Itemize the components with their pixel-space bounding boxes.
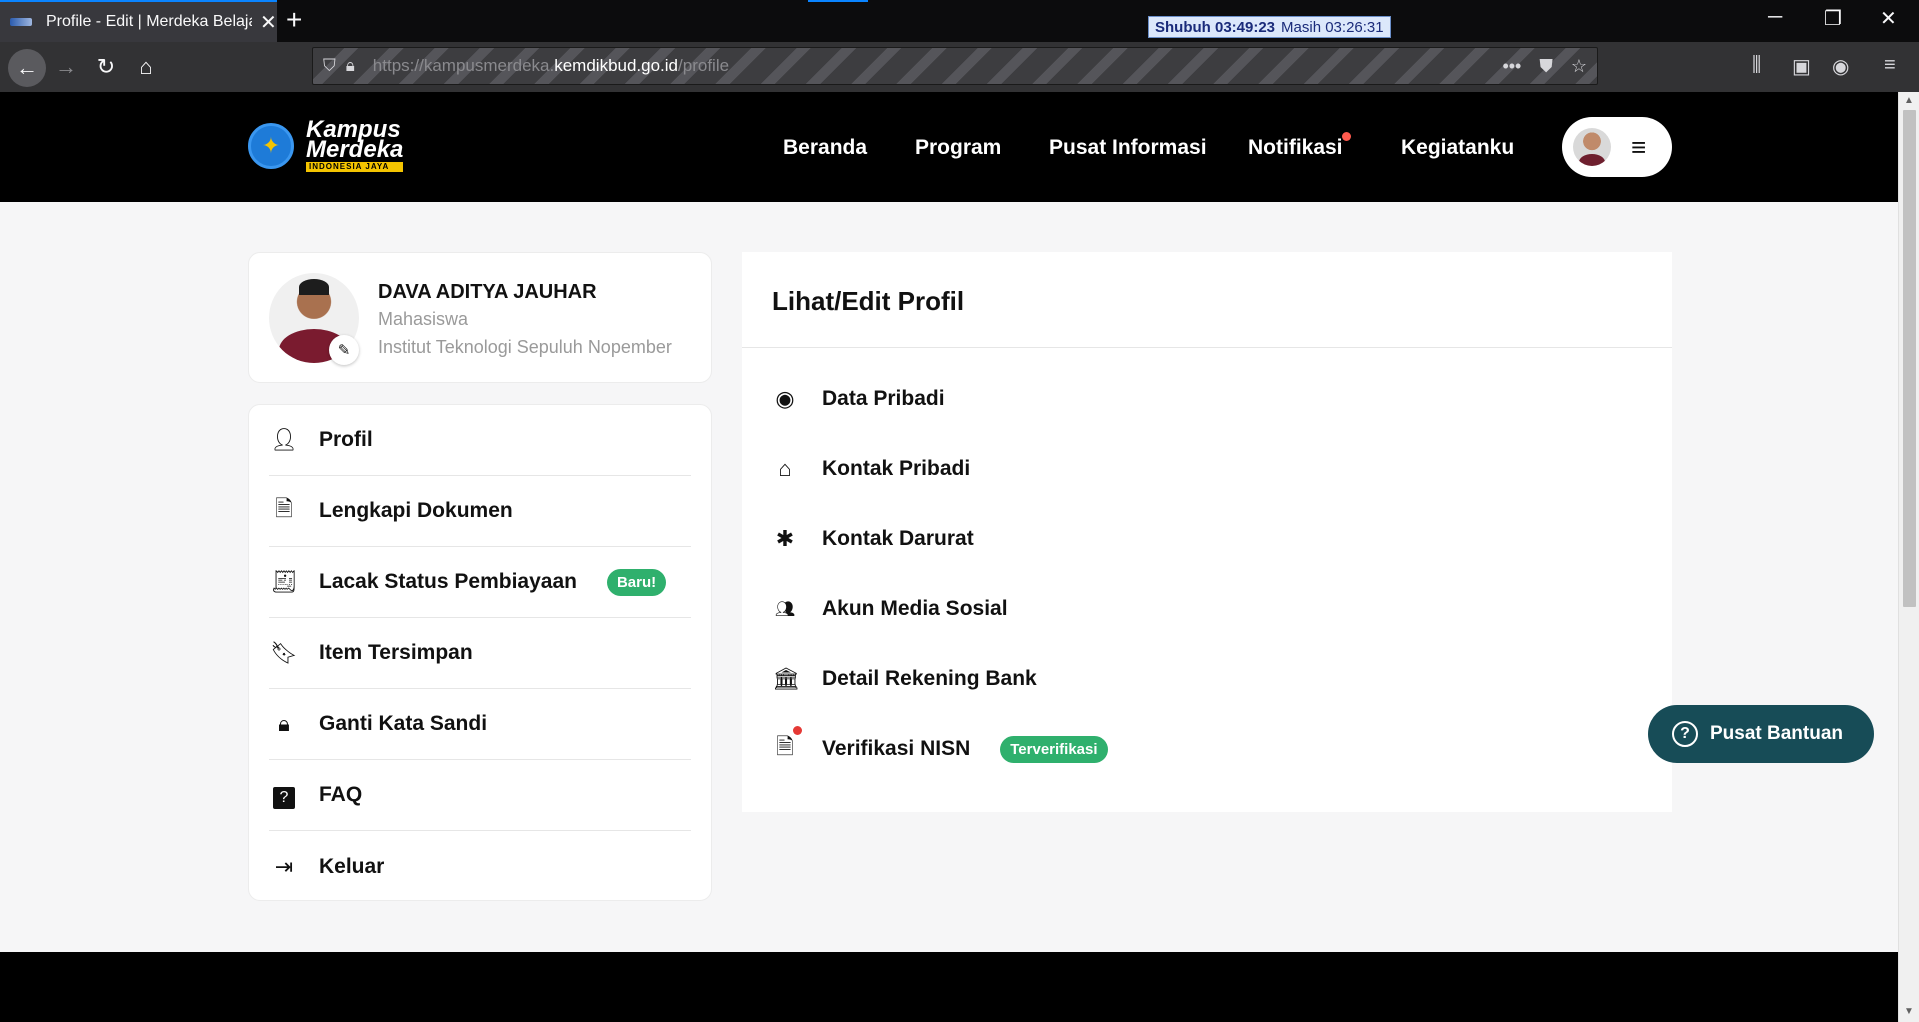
nav-beranda[interactable]: Beranda bbox=[783, 136, 867, 160]
prayer-remaining: Masih 03:26:31 bbox=[1281, 18, 1384, 36]
page-scrollbar[interactable]: ▲ ▼ bbox=[1898, 92, 1919, 1022]
hamburger-icon: ≡ bbox=[1631, 131, 1647, 162]
nav-pusat-informasi[interactable]: Pusat Informasi bbox=[1049, 136, 1207, 160]
notification-dot bbox=[1342, 132, 1351, 141]
library-icon[interactable]: ⫼ bbox=[1752, 54, 1761, 77]
side-item-faq[interactable]: ? FAQ bbox=[269, 760, 691, 831]
help-label: Pusat Bantuan bbox=[1710, 723, 1844, 744]
alert-dot bbox=[793, 726, 802, 735]
site-footer bbox=[0, 952, 1898, 1022]
sidebar-icon[interactable]: ▣ bbox=[1792, 54, 1811, 79]
url-bar[interactable]: ⛉ 🔒︎ https://kampusmerdeka.kemdikbud.go.… bbox=[312, 47, 1598, 85]
lock-icon[interactable]: 🔒︎ bbox=[346, 56, 355, 76]
star-icon[interactable]: ☆ bbox=[1571, 56, 1587, 77]
nav-kegiatanku[interactable]: Kegiatanku bbox=[1401, 136, 1514, 160]
window-close-icon[interactable]: ✕ bbox=[1880, 6, 1897, 31]
nav-notifikasi[interactable]: Notifikasi bbox=[1248, 136, 1343, 160]
side-item-keluar[interactable]: ⇥ Keluar bbox=[269, 831, 691, 902]
shield-icon[interactable]: ⛉ bbox=[323, 56, 336, 76]
page-title: Lihat/Edit Profil bbox=[772, 286, 965, 316]
receipt-icon: 🧾︎ bbox=[270, 569, 298, 594]
user-gear-icon: 👤︎ bbox=[270, 427, 298, 452]
document-alert-icon: 🗎 bbox=[772, 726, 802, 768]
forward-arrow-icon[interactable]: → bbox=[50, 51, 82, 83]
help-center-button[interactable]: ? Pusat Bantuan bbox=[1648, 705, 1874, 763]
restore-icon[interactable]: ❐ bbox=[1824, 6, 1842, 31]
prayer-name: Shubuh 03:49:23 bbox=[1155, 18, 1276, 36]
profile-item-detail-rekening-bank[interactable]: 🏛︎ Detail Rekening Bank bbox=[772, 659, 1037, 699]
profile-item-verifikasi-nisn[interactable]: 🗎 Verifikasi NISN Terverifikasi bbox=[772, 726, 1108, 769]
logout-icon: ⇥ bbox=[274, 853, 294, 879]
question-icon: ? bbox=[269, 782, 299, 809]
browser-tab[interactable]: Profile - Edit | Merdeka Belajar ✕ bbox=[0, 0, 277, 42]
more-actions-icon[interactable]: ••• bbox=[1502, 56, 1521, 77]
side-item-lacak-status[interactable]: 🧾︎ Lacak Status Pembiayaan Baru! bbox=[269, 547, 691, 618]
profile-role: Mahasiswa bbox=[378, 309, 469, 329]
home-icon: ⌂ bbox=[778, 456, 792, 481]
profile-name: DAVA ADITYA JAUHAR bbox=[378, 281, 597, 303]
pencil-icon[interactable]: ✎ bbox=[329, 335, 359, 365]
verified-badge: Terverifikasi bbox=[1000, 735, 1108, 763]
side-menu: 👤︎ Profil 🗎 Lengkapi Dokumen 🧾︎ Lacak St… bbox=[248, 404, 712, 901]
profile-item-kontak-pribadi[interactable]: ⌂ Kontak Pribadi bbox=[772, 449, 970, 489]
side-item-item-tersimpan[interactable]: 🔖︎ Item Tersimpan bbox=[269, 618, 691, 689]
minimize-icon[interactable]: ─ bbox=[1768, 6, 1782, 29]
profile-item-data-pribadi[interactable]: ◉ Data Pribadi bbox=[772, 379, 944, 419]
prayer-time-widget: Shubuh 03:49:23 Masih 03:26:31 bbox=[1148, 16, 1391, 38]
close-icon[interactable]: ✕ bbox=[260, 10, 277, 35]
url-text[interactable]: https://kampusmerdeka.kemdikbud.go.id/pr… bbox=[373, 56, 729, 76]
profile-item-kontak-darurat[interactable]: ✱ Kontak Darurat bbox=[772, 519, 974, 559]
document-icon: 🗎 bbox=[275, 496, 293, 521]
question-circle-icon: ? bbox=[1672, 721, 1698, 747]
scroll-thumb[interactable] bbox=[1903, 110, 1916, 607]
avatar bbox=[1573, 128, 1611, 166]
profile-card: ✎ DAVA ADITYA JAUHAR Mahasiswa Institut … bbox=[248, 252, 712, 383]
tab-indicator bbox=[808, 0, 868, 2]
site-logo[interactable]: ✦ Kampus Merdeka INDONESIA JAYA bbox=[248, 118, 404, 172]
people-icon: 👥︎ bbox=[774, 601, 796, 618]
back-arrow-icon[interactable]: ← bbox=[8, 49, 46, 87]
side-item-profil[interactable]: 👤︎ Profil bbox=[269, 405, 691, 476]
lock-icon: 🔒︎ bbox=[278, 711, 290, 736]
user-circle-icon: ◉ bbox=[775, 386, 795, 411]
new-badge: Baru! bbox=[606, 568, 667, 596]
ministry-emblem-icon: ✦ bbox=[248, 123, 294, 169]
scroll-up-icon[interactable]: ▲ bbox=[1904, 95, 1914, 106]
home-icon[interactable]: ⌂ bbox=[130, 51, 162, 83]
site-header: ✦ Kampus Merdeka INDONESIA JAYA Beranda … bbox=[0, 92, 1898, 202]
divider bbox=[742, 347, 1672, 348]
profile-item-akun-media-sosial[interactable]: 👥︎ Akun Media Sosial bbox=[772, 589, 1008, 629]
tab-title: Profile - Edit | Merdeka Belajar bbox=[46, 13, 252, 30]
new-tab-button[interactable]: + bbox=[286, 6, 302, 34]
browser-toolbar: ← → ↻ ⌂ ⛉ 🔒︎ https://kampusmerdeka.kemdi… bbox=[0, 42, 1919, 92]
menu-icon[interactable]: ≡ bbox=[1884, 54, 1896, 77]
asterisk-icon: ✱ bbox=[775, 526, 795, 551]
bookmark-icon: 🔖︎ bbox=[270, 640, 298, 665]
scroll-down-icon[interactable]: ▼ bbox=[1904, 1006, 1914, 1017]
reload-icon[interactable]: ↻ bbox=[90, 51, 122, 83]
edit-profile-panel: Lihat/Edit Profil ◉ Data Pribadi ⌂ Konta… bbox=[742, 252, 1672, 812]
browser-tabbar: Profile - Edit | Merdeka Belajar ✕ + Shu… bbox=[0, 0, 1919, 42]
nav-program[interactable]: Program bbox=[915, 136, 1001, 160]
profile-university: Institut Teknologi Sepuluh Nopember bbox=[378, 337, 672, 357]
pocket-icon[interactable]: ⛊ bbox=[1539, 56, 1553, 77]
profile-menu-button[interactable]: ≡ bbox=[1562, 117, 1672, 177]
side-item-ganti-kata-sandi[interactable]: 🔒︎ Ganti Kata Sandi bbox=[269, 689, 691, 760]
account-icon[interactable]: ◉ bbox=[1832, 54, 1849, 79]
bank-icon: 🏛︎ bbox=[772, 666, 800, 691]
favicon-icon bbox=[10, 18, 32, 26]
side-item-lengkapi-dokumen[interactable]: 🗎 Lengkapi Dokumen bbox=[269, 476, 691, 547]
